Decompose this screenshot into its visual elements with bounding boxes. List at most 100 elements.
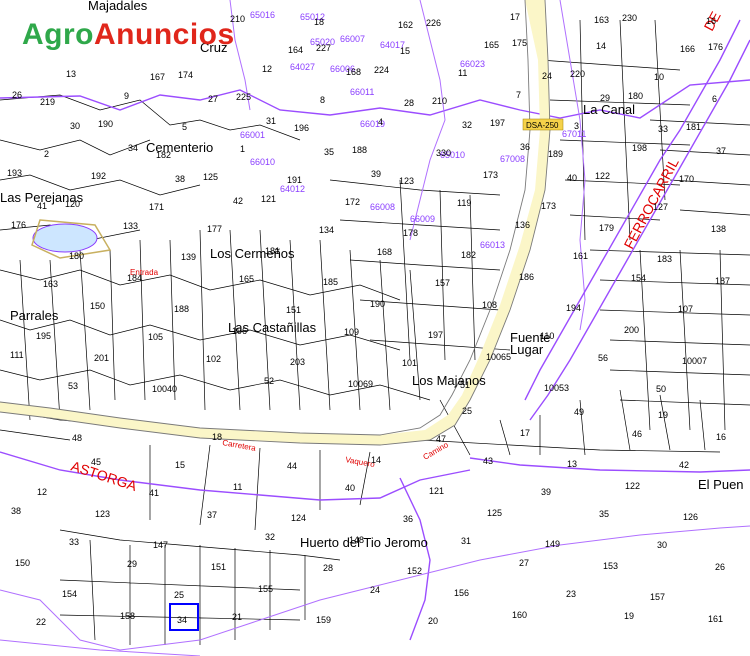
parcel-number: 26 [715,562,725,572]
parcel-number: 12 [37,487,47,497]
parcel-number: 168 [346,67,361,77]
parcel-number: 330 [436,148,451,158]
parcel-number: 201 [94,353,109,363]
parcel-number: 179 [599,223,614,233]
parcel-number: 22 [36,617,46,627]
parcel-number: 161 [573,251,588,261]
parcel-number: 24 [370,585,380,595]
parcel-number: 172 [345,197,360,207]
place-name-la_canal: La Canal [583,102,635,117]
parcel-number: 165 [239,274,254,284]
parcel-number: 28 [323,563,333,573]
cadastral-map[interactable]: DSA-250 MajadalesCruzCementerioLas Perej… [0,0,750,656]
parcel-number: 10040 [152,384,177,394]
parcel-number: 40 [567,173,577,183]
parcel-number: 48 [72,433,82,443]
parcel-number: 180 [628,91,643,101]
parcel-number: 19 [624,611,634,621]
parcel-number: 31 [266,116,276,126]
parcel-number: 197 [428,330,443,340]
parcel-number: 167 [150,72,165,82]
parcel-number: 56 [598,353,608,363]
polygon-id: 66010 [250,157,275,167]
parcel-number: 49 [574,407,584,417]
parcel-number: 125 [487,508,502,518]
parcel-number: 148 [349,535,364,545]
parcel-number: 157 [435,278,450,288]
polygon-id: 65016 [250,10,275,20]
parcel-number: 32 [265,532,275,542]
parcel-number: 101 [402,358,417,368]
parcel-number: 13 [567,459,577,469]
parcel-number: 41 [149,488,159,498]
parcel-number: 10 [654,72,664,82]
parcel-number: 14 [371,455,381,465]
agroanuncios-logo: AgroAnuncios [22,18,235,52]
parcel-number: 31 [461,536,471,546]
road-label-ferrocarril: FERROCARRIL [621,155,682,251]
logo-agro: Agro [22,18,94,51]
parcel-number: 176 [708,42,723,52]
parcel-number: 33 [658,124,668,134]
parcel-number: 170 [679,174,694,184]
parcel-number: 191 [287,175,302,185]
parcel-number: 181 [686,122,701,132]
parcel-number: 188 [352,145,367,155]
road-badge-label: DSA-250 [526,121,559,130]
parcel-number: 182 [156,150,171,160]
parcel-number: 176 [11,220,26,230]
parcel-number: 122 [625,481,640,491]
parcel-number: 182 [461,250,476,260]
parcel-number: 173 [541,201,556,211]
parcel-number: 18 [212,432,222,442]
parcel-number: 136 [515,220,530,230]
parcel-number: 192 [91,171,106,181]
parcel-number: 147 [153,540,168,550]
place-name-fuente_lugar: Lugar [510,342,544,357]
parcel-number: 11 [233,482,242,492]
parcel-number: 186 [519,272,534,282]
parcel-number: 149 [545,539,560,549]
parcel-number: 197 [490,118,505,128]
parcel-number: 33 [69,537,79,547]
parcel-number: 36 [520,142,530,152]
parcel-number: 38 [175,174,185,184]
parcel-number: 17 [510,12,520,22]
parcel-number: 150 [15,558,30,568]
parcel-number: 52 [264,376,274,386]
parcel-number: 13 [66,69,76,79]
parcel-number: 2 [44,149,49,159]
parcel-number: 178 [403,228,418,238]
parcel-number: 195 [36,331,51,341]
place-name-los_cermenos: Los Cermeños [210,246,295,261]
parcel-number: 29 [600,93,610,103]
parcel-number: 165 [484,40,499,50]
logo-anuncios: Anuncios [94,18,235,51]
parcel-number: 177 [207,224,222,234]
parcel-number: 7 [516,90,521,100]
polygon-id: 64012 [280,184,305,194]
parcel-number: 32 [462,120,472,130]
parcel-number: 11 [458,68,467,78]
parcel-number: 10007 [682,356,707,366]
parcel-number: 190 [370,299,385,309]
parcel-number: 9 [124,91,129,101]
parcel-number: 25 [462,406,472,416]
parcel-number: 121 [429,486,444,496]
parcel-number: 12 [262,64,272,74]
parcel-number: 16 [716,432,726,442]
parcel-number: 108 [482,300,497,310]
place-name-majadales: Majadales [88,0,148,13]
parcel-number: 151 [211,562,226,572]
parcel-number: 6 [712,94,717,104]
parcel-number: 152 [407,566,422,576]
parcel-number: 123 [399,176,414,186]
parcel-number: 21 [232,612,242,622]
parcel-number: 150 [90,301,105,311]
parcel-number: 181 [265,246,280,256]
parcel-number: 156 [454,588,469,598]
parcel-number: 138 [711,224,726,234]
parcel-number: 28 [404,98,414,108]
parcel-number: 23 [566,589,576,599]
parcel-number: 8 [320,95,325,105]
